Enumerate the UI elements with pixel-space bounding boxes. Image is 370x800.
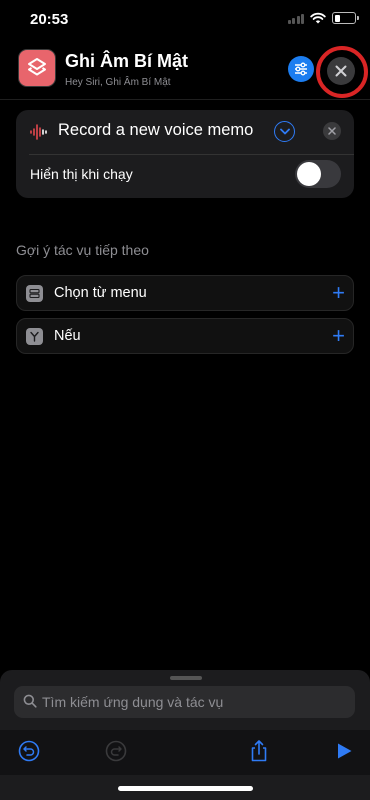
settings-button[interactable] (288, 56, 314, 82)
header-divider (0, 99, 370, 100)
close-icon (335, 65, 347, 77)
sheet-grabber[interactable] (170, 676, 202, 680)
battery-icon (332, 12, 359, 24)
suggestion-choose-from-menu[interactable]: Chọn từ menu + (16, 275, 354, 311)
card-divider (29, 154, 354, 155)
show-when-run-label: Hiển thị khi chạy (30, 166, 133, 182)
waveform-icon (30, 124, 47, 140)
status-icons (287, 12, 359, 24)
action-row[interactable]: Record a new voice memo (16, 110, 354, 154)
signal-icon (287, 13, 304, 24)
search-icon (23, 694, 37, 708)
undo-button[interactable] (16, 738, 42, 764)
sliders-icon (295, 62, 307, 76)
undo-icon (18, 740, 40, 762)
shortcut-title[interactable]: Ghi Âm Bí Mật (65, 51, 188, 72)
shortcut-subtitle: Hey Siri, Ghi Âm Bí Mật (65, 77, 171, 88)
home-indicator (118, 786, 253, 791)
menu-icon (26, 285, 43, 302)
action-search-sheet: Tìm kiếm ứng dụng và tác vụ (0, 670, 370, 800)
show-when-run-toggle[interactable] (295, 160, 341, 188)
close-icon (328, 127, 336, 135)
shortcuts-icon[interactable] (18, 49, 56, 87)
add-icon[interactable]: + (332, 322, 345, 350)
toggle-knob (297, 162, 321, 186)
search-input[interactable]: Tìm kiếm ứng dụng và tác vụ (14, 686, 355, 718)
share-icon (251, 740, 267, 762)
editor-toolbar (0, 730, 370, 775)
suggestion-label: Nếu (54, 328, 81, 344)
shortcut-header: Ghi Âm Bí Mật Hey Siri, Ghi Âm Bí Mật (0, 44, 370, 98)
suggestion-if[interactable]: Nếu + (16, 318, 354, 354)
action-card: Record a new voice memo Hiển thị khi chạ… (16, 110, 354, 198)
action-label: Record a new voice memo (58, 121, 254, 139)
wifi-icon (310, 12, 326, 24)
search-placeholder: Tìm kiếm ứng dụng và tác vụ (42, 694, 224, 710)
redo-button[interactable] (103, 738, 129, 764)
suggestion-label: Chọn từ menu (54, 285, 147, 301)
add-icon[interactable]: + (332, 279, 345, 307)
remove-action-button[interactable] (323, 122, 341, 140)
share-button[interactable] (246, 738, 272, 764)
close-button[interactable] (327, 57, 355, 85)
redo-icon (105, 740, 127, 762)
branch-icon (26, 328, 43, 345)
status-bar: 20:53 (0, 0, 370, 40)
play-icon (338, 743, 352, 759)
run-button[interactable] (331, 738, 357, 764)
chevron-down-icon (279, 128, 290, 135)
status-time: 20:53 (30, 11, 69, 28)
expand-button[interactable] (274, 121, 295, 142)
suggestions-header: Gợi ý tác vụ tiếp theo (16, 242, 149, 258)
